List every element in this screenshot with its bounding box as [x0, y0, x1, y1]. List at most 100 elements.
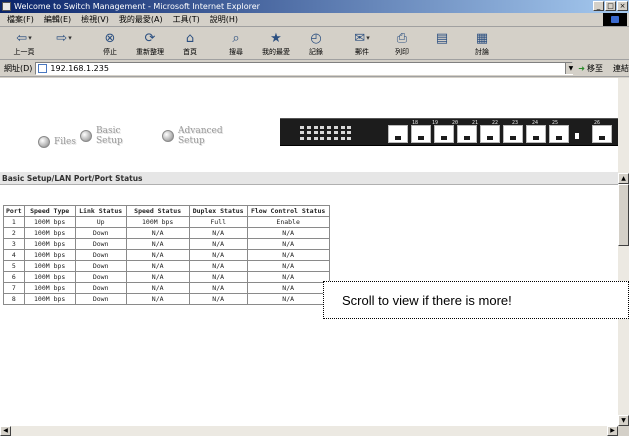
back-label: 上一頁 — [13, 48, 35, 56]
print-button[interactable]: ⎙ 列印 — [382, 28, 422, 60]
resize-grip-icon[interactable] — [618, 426, 629, 436]
status-led — [340, 126, 345, 129]
forward-button[interactable]: ⇨ ▾ — [44, 28, 84, 60]
mail-icon: ✉ ▾ — [354, 31, 370, 46]
scroll-thumb[interactable] — [618, 184, 629, 246]
column-header: Duplex Status — [188, 205, 248, 217]
status-led — [300, 126, 304, 129]
ethernet-port-icon — [457, 125, 477, 143]
table-cell: 7 — [3, 282, 25, 294]
status-led — [306, 131, 311, 135]
menu-tools[interactable]: 工具(T) — [168, 14, 205, 25]
home-button[interactable]: ⌂ 首頁 — [170, 28, 210, 60]
scroll-up-button[interactable]: ▲ — [618, 173, 629, 184]
address-dropdown-button[interactable]: ▼ — [565, 63, 576, 74]
discuss-label: 討論 — [475, 48, 489, 56]
table-row: 4 100M bps Down N/A N/A N/A — [3, 249, 330, 261]
address-input[interactable]: 192.168.1.235 ▼ — [35, 62, 576, 75]
links-button[interactable]: 連結 — [613, 63, 629, 74]
go-button[interactable]: ➜ 移至 — [578, 63, 603, 74]
table-cell: N/A — [246, 227, 330, 239]
menu-help[interactable]: 說明(H) — [205, 14, 243, 25]
nav-files-label: Files — [54, 137, 76, 147]
stop-button[interactable]: ⊗ 停止 — [90, 28, 130, 60]
table-cell: 3 — [3, 238, 25, 250]
menu-edit[interactable]: 編輯(E) — [39, 14, 76, 25]
vertical-scrollbar[interactable]: ▲ ▼ — [618, 78, 629, 426]
table-row: 7 100M bps Down N/A N/A N/A — [3, 282, 330, 294]
window-controls: _ □ × — [593, 1, 628, 11]
address-value: 192.168.1.235 — [50, 64, 109, 73]
column-header: Link Status — [74, 205, 127, 217]
status-led — [306, 136, 311, 140]
table-cell: 100M bps — [23, 293, 76, 305]
table-cell: N/A — [246, 271, 330, 283]
table-cell: Down — [74, 260, 127, 272]
address-label: 網址(D) — [4, 64, 33, 73]
table-cell: N/A — [246, 249, 330, 261]
status-led — [320, 136, 325, 140]
status-led — [313, 136, 318, 140]
discuss-button[interactable]: ▦ 討論 — [462, 28, 502, 60]
ethernet-port-icon — [526, 125, 546, 143]
nav-basic-setup-label: Basic Setup — [96, 126, 123, 146]
table-cell: 4 — [3, 249, 25, 261]
orb-icon — [162, 130, 174, 142]
mail-button[interactable]: ✉ ▾ 郵件 — [342, 28, 382, 60]
edit-button[interactable]: ▤ — [422, 28, 462, 60]
favorites-button[interactable]: ★ 我的最愛 — [256, 28, 296, 60]
ethernet-port-icon — [434, 125, 454, 143]
back-button[interactable]: ⇦ ▾ 上一頁 — [4, 28, 44, 60]
history-icon: ◴ — [310, 31, 322, 46]
scroll-left-button[interactable]: ◀ — [0, 426, 11, 436]
refresh-button[interactable]: ⟳ 重新整理 — [130, 28, 170, 60]
status-led — [320, 126, 325, 129]
edit-page-icon: ▤ — [435, 31, 449, 46]
go-label: 移至 — [587, 64, 603, 73]
table-cell: Full — [188, 216, 248, 228]
orb-icon — [38, 136, 50, 148]
history-button[interactable]: ◴ 記錄 — [296, 28, 336, 60]
maximize-button[interactable]: □ — [605, 1, 616, 11]
nav-advanced-setup-button[interactable]: Advanced Setup — [162, 126, 228, 146]
history-label: 記錄 — [309, 48, 323, 56]
table-cell: Down — [74, 227, 127, 239]
horizontal-scrollbar[interactable]: ◀ ▶ — [0, 426, 629, 436]
ethernet-port-icon — [411, 125, 431, 143]
table-cell: 100M bps — [23, 271, 76, 283]
status-led — [327, 131, 331, 135]
close-button[interactable]: × — [617, 1, 628, 11]
table-cell: N/A — [125, 249, 190, 261]
scroll-down-button[interactable]: ▼ — [618, 415, 629, 426]
table-cell: 100M bps — [125, 216, 190, 228]
table-row: 1 100M bps Up 100M bps Full Enable — [3, 216, 330, 228]
table-cell: 100M bps — [23, 227, 76, 239]
nav-basic-setup-button[interactable]: Basic Setup — [80, 126, 132, 146]
table-cell: N/A — [188, 282, 248, 294]
table-cell: N/A — [188, 238, 248, 250]
switch-front-panel: 18 19 20 21 22 23 24 25 26 — [280, 118, 618, 146]
status-led — [333, 131, 338, 135]
table-cell: N/A — [125, 238, 190, 250]
ethernet-port-icon — [592, 125, 612, 143]
table-cell: 100M bps — [23, 216, 76, 228]
home-icon: ⌂ — [185, 31, 195, 46]
nav-files-button[interactable]: Files — [38, 136, 76, 148]
search-button[interactable]: ⌕ 搜尋 — [216, 28, 256, 60]
table-cell: 6 — [3, 271, 25, 283]
minimize-button[interactable]: _ — [593, 1, 604, 11]
scroll-right-button[interactable]: ▶ — [607, 426, 618, 436]
menu-favorites[interactable]: 我的最愛(A) — [114, 14, 168, 25]
menu-view[interactable]: 檢視(V) — [76, 14, 114, 25]
window-title: Welcome to Switch Management - Microsoft… — [14, 2, 260, 11]
status-led — [347, 126, 352, 129]
status-led — [300, 136, 304, 140]
page-icon — [38, 64, 48, 73]
menu-file[interactable]: 檔案(F) — [2, 14, 39, 25]
page-content: Files Basic Setup Advanced Setup 18 19 2… — [0, 78, 618, 426]
status-led — [300, 131, 304, 135]
table-cell: Enable — [246, 216, 330, 228]
status-led — [333, 136, 338, 140]
column-header: Speed Status — [125, 205, 190, 217]
status-led — [340, 136, 345, 140]
